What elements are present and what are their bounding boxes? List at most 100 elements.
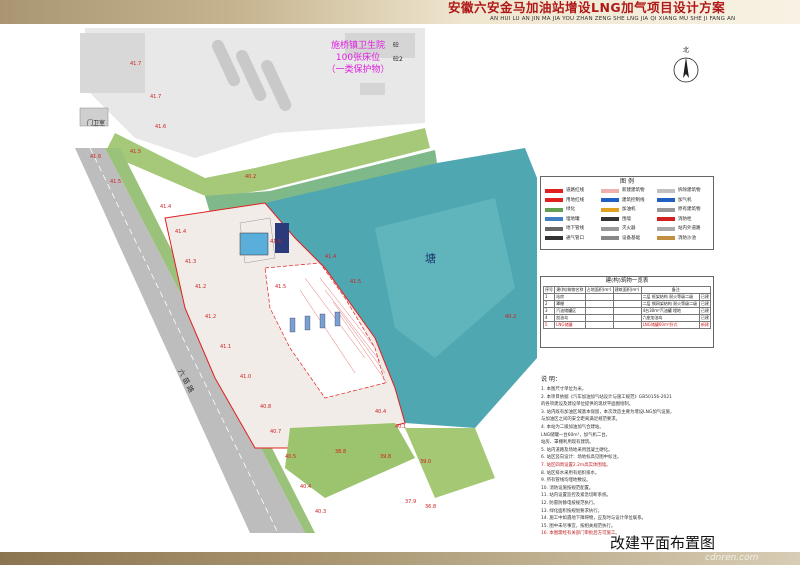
note-line: 11. 站内设置监控及紧急切断系统。	[541, 493, 611, 499]
legend-label: 用地红线	[566, 197, 584, 203]
note-line: 13. 绿化面积按规划要求执行。	[541, 508, 603, 514]
table-cell: 新建	[698, 321, 712, 329]
legend-label: 加油机	[622, 207, 636, 212]
building-block	[80, 33, 145, 93]
note-line: 6. 站区竖向设计：场地标高见图中标注。	[541, 455, 622, 461]
note-line: 10. 消防设施按规范配置。	[541, 485, 594, 491]
legend-label: 灭火器	[622, 226, 636, 231]
north-arrow-icon	[673, 57, 699, 83]
note-line: 2. 本项目依据《汽车加油加气站设计与施工规范》GB50156-2021	[541, 394, 672, 400]
table-cell	[584, 321, 614, 329]
table-row: 2 罩棚 二层 钢网架结构 耐火等级二级 已建	[542, 300, 712, 308]
north-label: 北	[682, 47, 689, 54]
drawing-caption: 改建平面布置图	[610, 534, 716, 552]
table-cell: LNG储罐60m³卧式	[640, 321, 700, 329]
table-cell: 已建	[698, 300, 712, 308]
note-line: LNG储罐一台60m³，加气机二台。	[541, 432, 611, 438]
site-plan-svg	[75, 28, 537, 533]
legend-symbol	[545, 188, 563, 193]
legend-symbol	[601, 236, 619, 240]
building-label-2: 砼2	[393, 56, 403, 63]
legend-grid: 道路红线 新建建筑物 拆除建筑物 用地红线 建筑控制线 加气机 绿化 加油机 原有建筑物 埋地罐 围…	[545, 187, 709, 245]
building-table-title: 建(构)筑物一览表	[605, 278, 649, 284]
table-cell: 汽油储罐区	[554, 307, 586, 315]
note-line: 与加油区之间的安全距离满足规范要求。	[541, 417, 621, 423]
table-cell	[612, 321, 642, 329]
table-cell	[584, 307, 614, 315]
note-line: 1. 本图尺寸单位为米。	[541, 387, 587, 392]
table-header: 占地面积(m²)	[584, 286, 614, 294]
legend-symbol	[657, 198, 675, 202]
lng-tank	[239, 232, 269, 256]
legend-symbol	[601, 226, 619, 231]
legend-label: 加气机	[678, 197, 692, 203]
legend-title: 图 例	[620, 178, 634, 185]
legend-symbol	[601, 217, 619, 221]
table-header: 建筑面积(m²)	[612, 286, 642, 294]
page-subtitle: AN HUI LU AN JIN MA JIA YOU ZHAN ZENG SH…	[490, 16, 736, 22]
table-cell: LNG储罐	[554, 321, 586, 329]
page-title: 安徽六安金马加油站增设LNG加气项目设计方案	[448, 0, 726, 15]
north-arrow: 北	[672, 45, 700, 85]
note-line: 9. 所有管线均埋地敷设。	[541, 478, 591, 484]
building-table: 建(构)筑物一览表 序号 建(构)筑物名称 占地面积(m²) 建筑面积(m²) …	[540, 276, 714, 348]
legend-symbol	[545, 226, 563, 231]
note-line: 4. 本站为二级加油加气合建站。	[541, 424, 604, 430]
legend-symbol	[601, 207, 619, 212]
table-header: 序号	[542, 286, 556, 294]
table-cell: 已建	[698, 293, 712, 301]
notes-title: 说 明：	[541, 376, 561, 383]
table-cell: 加油岛	[554, 314, 586, 322]
legend-symbol	[657, 236, 675, 240]
table-cell	[612, 300, 642, 308]
note-line: 3. 站内既有加油区域基本保留，本次改造主要为增设LNG加气设施，	[541, 409, 675, 415]
hospital-label: 施桥镇卫生院 100张床位 （一类保护物）	[313, 40, 403, 76]
legend-label: 埋地罐	[566, 216, 580, 222]
legend-label: 新建建筑物	[622, 188, 645, 193]
table-cell: 二层 钢网架结构 耐火等级二级	[640, 300, 700, 308]
building-block	[360, 83, 385, 95]
legend: 图 例 道路红线 新建建筑物 拆除建筑物 用地红线 建筑控制线 加气机 绿化 加油机 原有建筑物…	[540, 176, 714, 250]
note-line: 站房、罩棚利用现有建筑。	[541, 440, 594, 446]
table-cell	[612, 307, 642, 315]
note-line: 7. 站区四周设置2.2m高实体围墙。	[541, 462, 611, 468]
legend-label: 设备基础	[622, 235, 640, 241]
legend-symbol	[545, 207, 563, 212]
pond-label: 塘	[425, 252, 436, 265]
table-cell	[612, 314, 642, 322]
hospital-beds: 100张床位	[335, 53, 381, 63]
legend-label: 消防栓	[678, 216, 692, 222]
hospital-protection-class: （一类保护物）	[326, 65, 390, 75]
legend-label: 建筑控制线	[622, 197, 645, 203]
footer-band	[0, 552, 800, 565]
design-notes: 说 明： 1. 本图尺寸单位为米。 2. 本项目依据《汽车加油加气站设计与施工规范…	[537, 376, 717, 536]
guard-house-label: 门卫室	[87, 120, 106, 127]
table-cell: 六座加油岛	[640, 314, 700, 322]
hospital-name: 施桥镇卫生院	[330, 41, 385, 51]
legend-label: 通气管口	[566, 235, 584, 241]
table-cell	[584, 293, 614, 301]
legend-symbol	[657, 207, 675, 212]
legend-symbol	[657, 226, 675, 231]
note-line: 14. 施工中如遇地下障碍物，应及时与设计单位联系。	[541, 516, 646, 522]
table-cell: 1	[542, 293, 556, 301]
table-cell	[584, 314, 614, 322]
watermark: cdnren.com	[705, 553, 759, 563]
table-cell: 2	[542, 300, 556, 308]
legend-label: 绿化	[566, 207, 575, 212]
legend-symbol	[657, 217, 675, 221]
table-cell	[612, 293, 642, 301]
table-cell	[584, 300, 614, 308]
legend-symbol	[601, 198, 619, 202]
table-header: 备注	[640, 286, 712, 294]
equipment	[275, 223, 289, 253]
legend-symbol	[545, 217, 563, 221]
legend-label: 围墙	[622, 216, 631, 222]
table-cell: 已建	[698, 314, 712, 322]
legend-label: 拆除建筑物	[678, 188, 701, 193]
note-line: 的各项建设及建设单位提供的现状平面图绘制。	[541, 402, 634, 408]
table-cell: 二层 框架结构 耐火等级二级	[640, 293, 700, 301]
note-line: 15. 图中未尽事宜，按相关规范执行。	[541, 523, 616, 529]
legend-label: 站内外道路	[678, 226, 701, 231]
table-cell: 4台30m³汽油罐 埋地	[640, 307, 700, 315]
